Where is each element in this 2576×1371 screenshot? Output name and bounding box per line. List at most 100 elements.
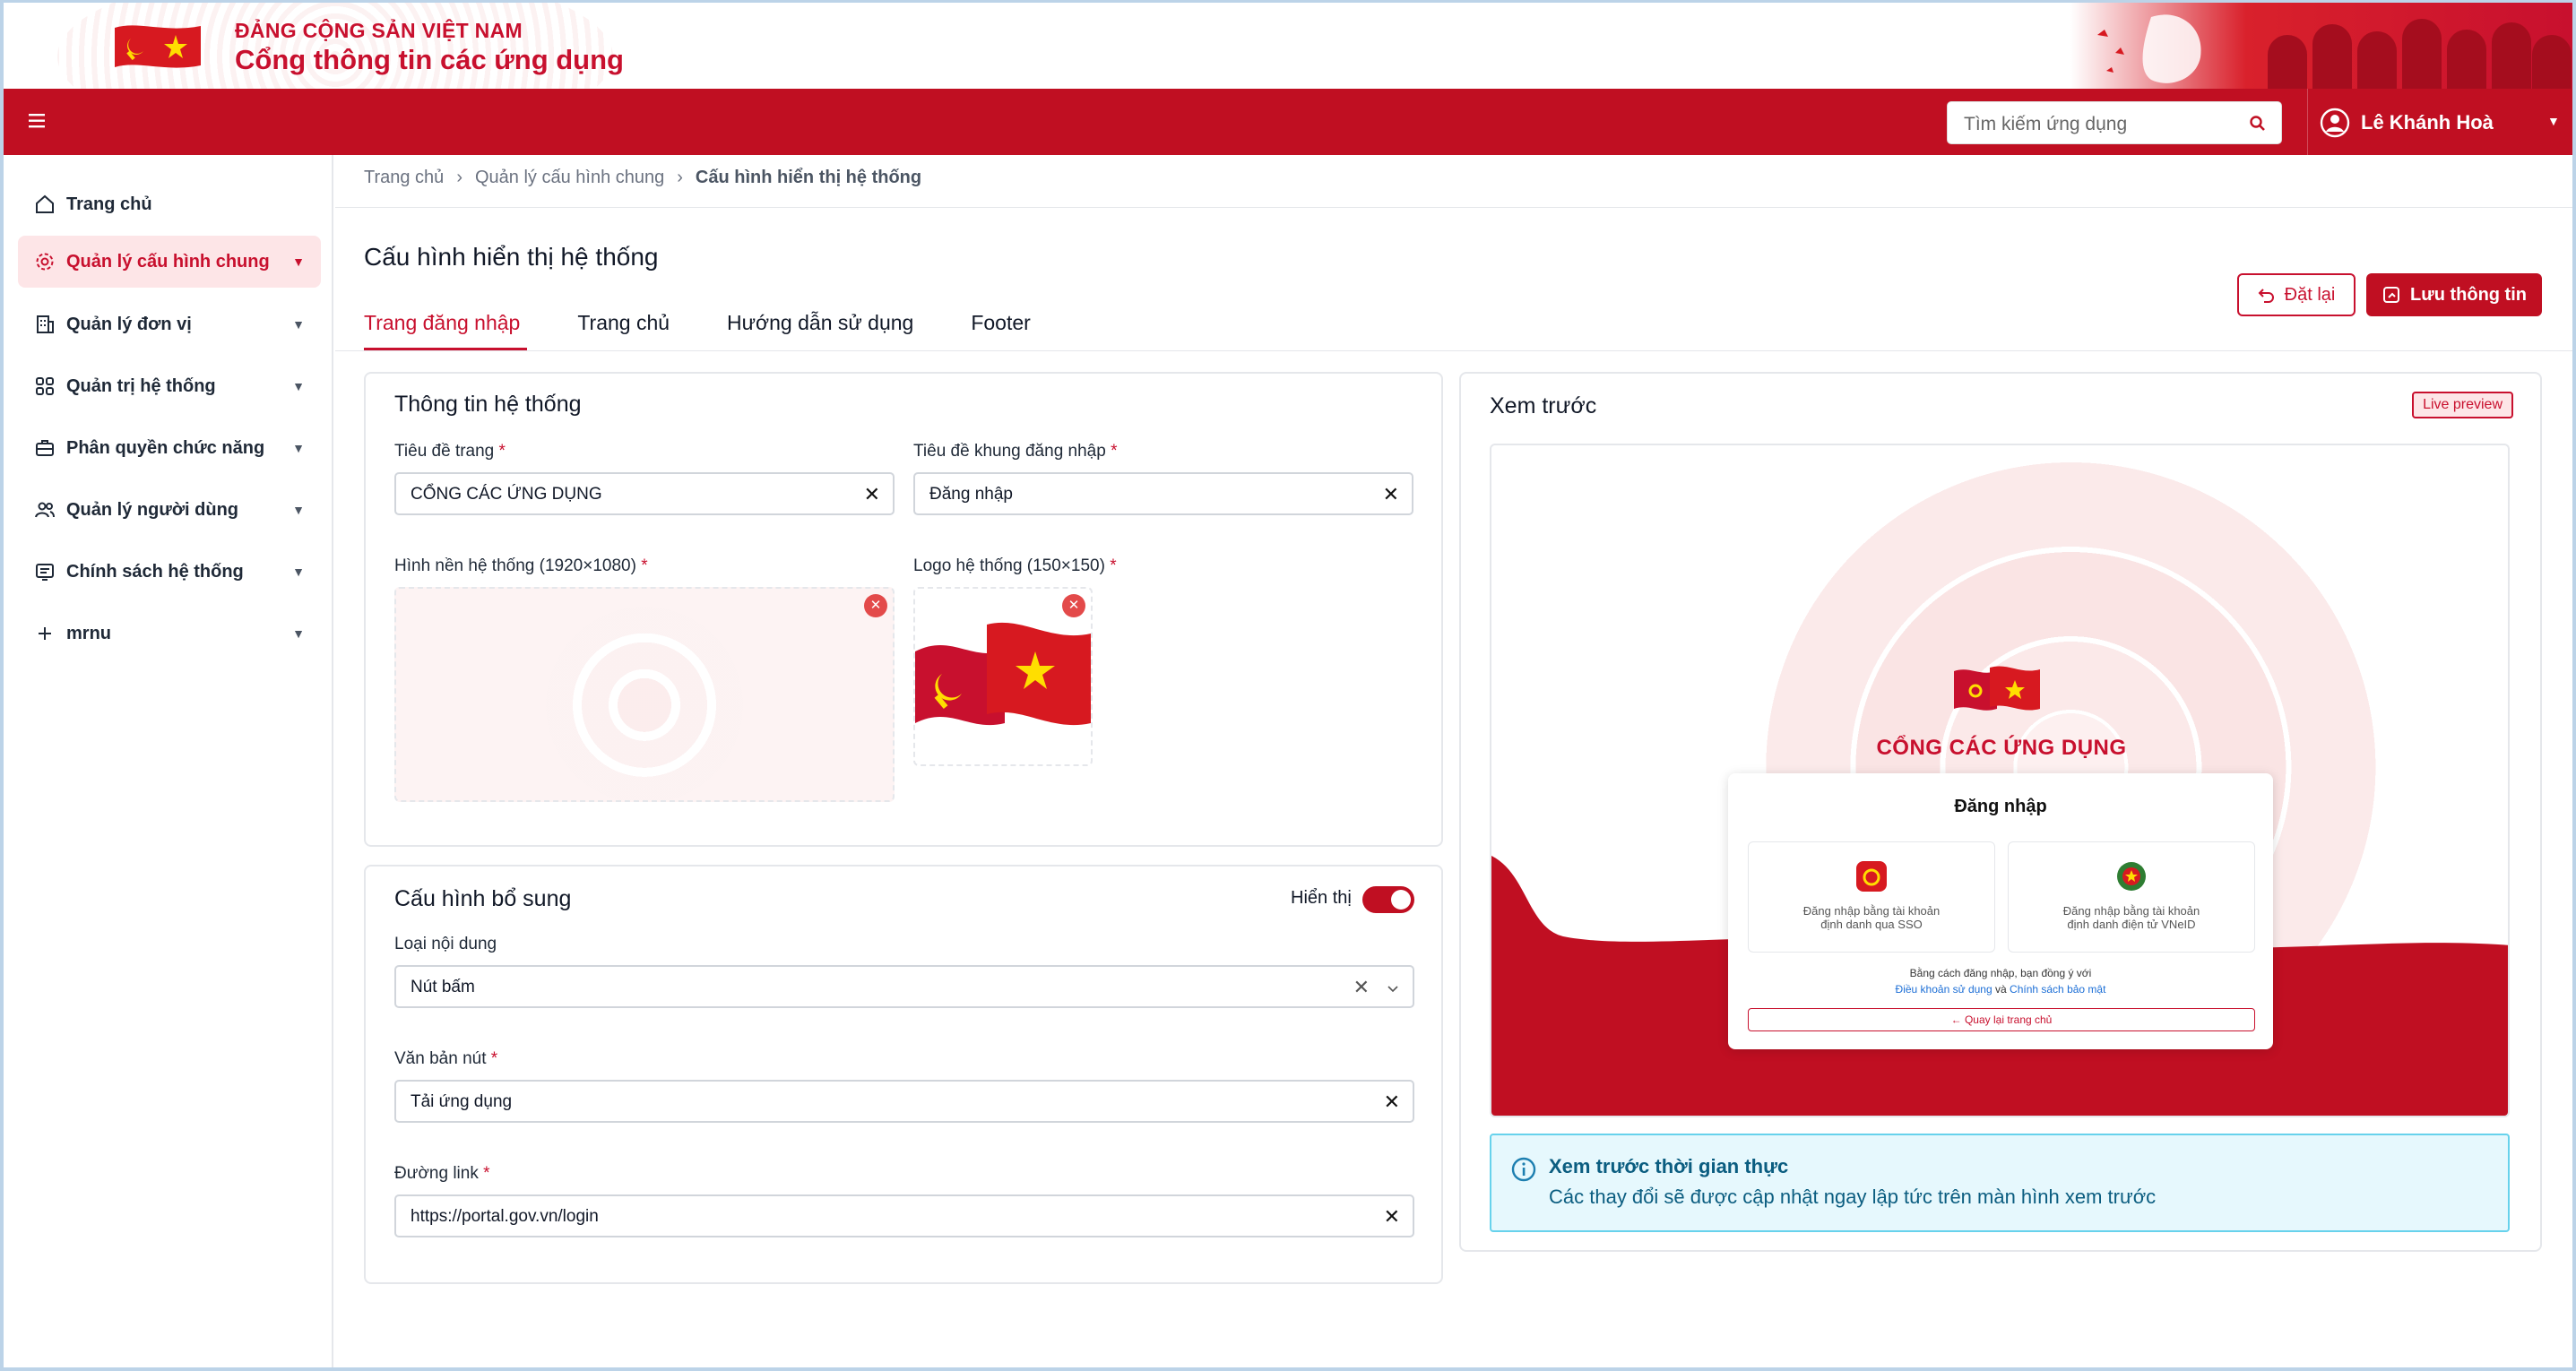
login-page-preview: CỔNG CÁC ỨNG DỤNG Đăng nhập Đăng nhập bằ… [1490,444,2510,1117]
vneid-logo-icon [2117,862,2146,891]
content-type-label: Loại nội dung [394,935,497,953]
link-label: Đường link * [394,1164,490,1183]
page-title: Cấu hình hiển thị hệ thống [364,243,659,271]
preview-portal-title: CỔNG CÁC ỨNG DỤNG [1876,736,2127,760]
plus-icon [32,621,57,646]
background-image-preview[interactable]: ✕ [394,587,895,802]
breadcrumb-general-config[interactable]: Quản lý cấu hình chung [475,168,664,188]
divider [335,350,2572,351]
preview-sso-option: Đăng nhập bằng tài khoản định danh qua S… [1748,841,1995,953]
reset-button-label: Đặt lại [2284,284,2336,305]
preview-login-box: Đăng nhập Đăng nhập bằng tài khoản định … [1728,773,2273,1049]
site-title: Cổng thông tin các ứng dụng [235,44,624,75]
chevron-down-icon: ▼ [292,503,305,517]
header-hero-art [2070,3,2572,89]
navbar-divider [2307,89,2308,155]
sidebar-item-label: Chính sách hệ thống [66,561,244,582]
realtime-preview-info: Xem trước thời gian thực Các thay đổi sẽ… [1490,1134,2510,1232]
tab-footer[interactable]: Footer [971,311,1030,351]
clear-icon[interactable]: ✕ [864,483,880,506]
login-title-label: Tiêu đề khung đăng nhập * [913,442,1118,461]
app-search-input[interactable]: Tìm kiếm ứng dụng [1947,101,2282,144]
chevron-right-icon: › [456,168,462,187]
clear-icon[interactable]: ✕ [1383,483,1399,506]
clear-icon[interactable]: ✕ [1353,976,1370,999]
sidebar-item-label: mrnu [66,623,111,643]
party-flag-logo [115,25,201,68]
privacy-link: Chính sách bảo mật [2010,983,2106,996]
input-value: CỔNG CÁC ỨNG DỤNG [411,485,602,504]
logo-label: Logo hệ thống (150×150) * [913,556,1117,575]
chevron-down-icon: ▼ [292,565,305,579]
breadcrumb-home[interactable]: Trang chủ [364,168,444,188]
search-icon[interactable] [2249,115,2267,133]
chevron-down-icon[interactable]: ▼ [2547,114,2560,128]
tab-home-page[interactable]: Trang chủ [577,311,670,351]
preview-back-button: ← Quay lại trang chủ [1748,1008,2255,1031]
page-title-input[interactable]: CỔNG CÁC ỨNG DỤNG ✕ [394,472,895,515]
user-menu[interactable]: Lê Khánh Hoà ▼ [2320,105,2560,141]
sidebar-item-home[interactable]: Trang chủ [18,178,321,230]
chevron-down-icon: ▼ [292,441,305,455]
sso-text-line2: định danh qua SSO [1820,918,1923,931]
tab-user-guide[interactable]: Hướng dẫn sử dụng [727,311,913,351]
menu-icon[interactable] [27,109,50,133]
save-icon [2383,287,2399,303]
card-title: Thông tin hệ thống [394,392,582,417]
sidebar-item-label: Quản lý cấu hình chung [66,251,270,272]
content-type-select[interactable]: Nút bấm ✕ [394,965,1414,1008]
users-icon [32,497,57,522]
logo-image-preview[interactable]: ✕ [913,587,1093,766]
grid-icon [32,374,57,399]
top-navbar: Tìm kiếm ứng dụng Lê Khánh Hoà ▼ [4,89,2572,155]
select-value: Nút bấm [411,978,475,996]
system-info-card: Thông tin hệ thống Tiêu đề trang * CỔNG … [364,372,1443,847]
home-icon [32,192,57,217]
live-preview-badge: Live preview [2412,392,2513,418]
clear-icon[interactable]: ✕ [1384,1091,1400,1114]
chevron-down-icon: ▼ [292,254,305,269]
link-input[interactable]: https://portal.gov.vn/login ✕ [394,1194,1414,1237]
sidebar-item-permissions[interactable]: Phân quyền chức năng ▼ [18,422,321,474]
breadcrumb: Trang chủ › Quản lý cấu hình chung › Cấu… [364,168,921,188]
save-button-label: Lưu thông tin [2410,284,2527,305]
button-text-label: Văn bản nút * [394,1049,498,1068]
reset-button[interactable]: Đặt lại [2237,273,2356,316]
save-button[interactable]: Lưu thông tin [2366,273,2542,316]
sidebar-item-general-config[interactable]: Quản lý cấu hình chung ▼ [18,236,321,288]
sidebar: Trang chủ Quản lý cấu hình chung ▼ Quản … [4,155,333,1367]
preview-flag-logo [1954,666,2040,711]
input-value: Đăng nhập [929,485,1013,504]
sidebar-item-policies[interactable]: Chính sách hệ thống ▼ [18,546,321,598]
chevron-down-icon[interactable] [1386,981,1400,996]
sidebar-item-label: Trang chủ [66,194,152,214]
sidebar-item-system-admin[interactable]: Quản trị hệ thống ▼ [18,360,321,412]
main-content: Trang chủ › Quản lý cấu hình chung › Cấu… [335,155,2572,1367]
chevron-down-icon: ▼ [292,626,305,641]
sidebar-item-label: Quản lý đơn vị [66,314,192,334]
vneid-text-line1: Đăng nhập bằng tài khoản [2062,904,2200,918]
remove-image-icon[interactable]: ✕ [864,594,887,617]
app-window: ĐẢNG CỘNG SẢN VIỆT NAM Cổng thông tin cá… [0,0,2576,1371]
info-icon [1511,1157,1536,1182]
remove-image-icon[interactable]: ✕ [1062,594,1085,617]
chevron-down-icon: ▼ [292,379,305,393]
clear-icon[interactable]: ✕ [1384,1205,1400,1229]
building-icon [32,312,57,337]
login-title-input[interactable]: Đăng nhập ✕ [913,472,1413,515]
sidebar-item-mrnu[interactable]: mrnu ▼ [18,608,321,660]
divider [335,207,2572,208]
button-text-input[interactable]: Tải ứng dụng ✕ [394,1080,1414,1123]
sidebar-item-units[interactable]: Quản lý đơn vị ▼ [18,298,321,350]
sidebar-item-users[interactable]: Quản lý người dùng ▼ [18,484,321,536]
briefcase-icon [32,435,57,461]
tab-login-page[interactable]: Trang đăng nhập [364,311,528,351]
sidebar-item-label: Phân quyền chức năng [66,437,265,458]
preview-vneid-option: Đăng nhập bằng tài khoản định danh điện … [2008,841,2255,953]
policy-icon [32,559,57,584]
search-placeholder: Tìm kiếm ứng dụng [1964,114,2128,134]
display-toggle[interactable] [1362,886,1414,913]
info-description: Các thay đổi sẽ được cập nhật ngay lập t… [1549,1186,2157,1208]
display-toggle-label: Hiển thị [1291,888,1352,908]
terms-link: Điều khoản sử dụng [1895,983,1993,996]
